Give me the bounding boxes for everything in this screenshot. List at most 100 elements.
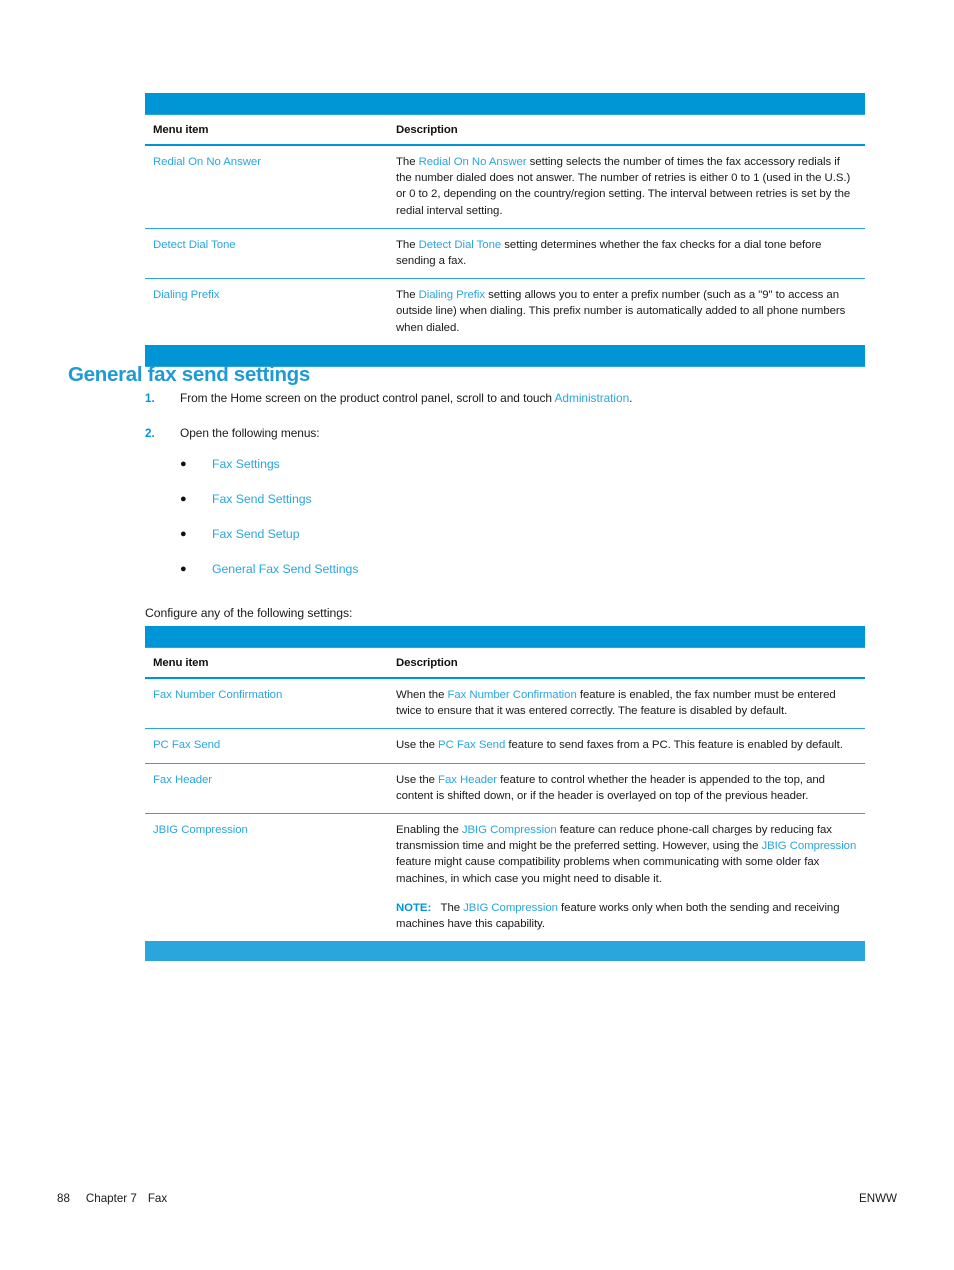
setting-link[interactable]: PC Fax Send	[438, 739, 505, 751]
table-cell-description: Enabling the JBIG Compression feature ca…	[388, 814, 865, 942]
document-page: Menu item Description Redial On No Answe…	[0, 0, 954, 1270]
table-cell-menu-item[interactable]: PC Fax Send	[145, 728, 388, 764]
table-row: JBIG Compression Enabling the JBIG Compre…	[145, 814, 865, 942]
table-one-header: Menu item Description	[145, 93, 865, 146]
body-text: From the Home screen on the product cont…	[180, 391, 555, 405]
body-text: The	[396, 238, 419, 251]
column-header-menu-item: Menu item	[145, 114, 388, 146]
step-text: From the Home screen on the product cont…	[180, 390, 632, 407]
setting-link[interactable]: Detect Dial Tone	[419, 239, 502, 251]
list-item: 1. From the Home screen on the product co…	[145, 390, 865, 407]
description-paragraph: Use the Fax Header feature to control wh…	[396, 772, 857, 804]
table-cell-menu-item[interactable]: Redial On No Answer	[145, 145, 388, 229]
bullet-icon: ●	[180, 493, 187, 505]
body-text: .	[629, 391, 633, 405]
step-number: 1.	[145, 392, 155, 405]
configure-instruction: Configure any of the following settings:	[145, 606, 353, 621]
body-text: feature to send faxes from a PC. This fe…	[505, 739, 843, 752]
body-text: The	[396, 289, 419, 302]
setting-link[interactable]: Fax Header	[438, 774, 497, 786]
setting-link[interactable]: Fax Number Confirmation	[447, 689, 576, 701]
setting-link[interactable]: Dialing Prefix	[419, 289, 485, 301]
step-text: Open the following menus:	[180, 425, 320, 442]
body-text: The	[440, 901, 464, 914]
body-text: Use the	[396, 739, 439, 752]
description-paragraph: The Redial On No Answer setting selects …	[396, 154, 857, 219]
page-title: General fax send settings	[68, 362, 311, 386]
step-number: 2.	[145, 427, 155, 440]
body-text: Open the following menus:	[180, 426, 320, 440]
list-item: ● Fax Settings	[180, 456, 780, 473]
table-cell-description: When the Fax Number Confirmation feature…	[388, 678, 865, 730]
description-paragraph: Enabling the JBIG Compression feature ca…	[396, 822, 857, 887]
bullet-icon: ●	[180, 528, 187, 540]
menu-path-item-3[interactable]: General Fax Send Settings	[212, 561, 358, 578]
table-cell-description: Use the Fax Header feature to control wh…	[388, 763, 865, 815]
footer-left-group: 88 Chapter 7 Fax	[57, 1192, 167, 1205]
description-paragraph: Use the PC Fax Send feature to send faxe…	[396, 737, 857, 753]
table-two-header: Menu item Description	[145, 626, 865, 679]
procedure-steps: 1. From the Home screen on the product co…	[145, 390, 865, 460]
list-item: ● Fax Send Setup	[180, 526, 780, 543]
footer-page-number: 88	[57, 1192, 70, 1205]
table-top-rule-row	[145, 93, 865, 115]
list-item: ● General Fax Send Settings	[180, 561, 780, 578]
footer-chapter-label: Chapter 7	[85, 1192, 137, 1205]
table-row: Dialing Prefix The Dialing Prefix setting…	[145, 279, 865, 345]
description-paragraph: The Detect Dial Tone setting determines …	[396, 237, 857, 269]
menu-path-item-1[interactable]: Fax Send Settings	[212, 491, 312, 508]
setting-link[interactable]: JBIG Compression	[761, 840, 856, 852]
menu-path-item-2[interactable]: Fax Send Setup	[212, 526, 300, 543]
table-cell-menu-item[interactable]: JBIG Compression	[145, 814, 388, 942]
table-row: PC Fax Send Use the PC Fax Send feature t…	[145, 728, 865, 764]
footer-locale: ENWW	[859, 1192, 897, 1205]
setting-link[interactable]: JBIG Compression	[463, 902, 558, 914]
menu-path-list: ● Fax Settings ● Fax Send Settings ● Fax Send…	[180, 456, 780, 596]
table-two-top-rule	[145, 626, 865, 648]
page-footer: 88 Chapter 7 Fax ENWW	[57, 1192, 897, 1205]
bullet-icon: ●	[180, 458, 187, 470]
description-paragraph: The Dialing Prefix setting allows you to…	[396, 287, 857, 336]
footer-chapter-title: Fax	[147, 1192, 168, 1205]
fax-dial-settings-table: Menu item Description Redial On No Answe…	[145, 93, 865, 367]
table-cell-menu-item[interactable]: Detect Dial Tone	[145, 228, 388, 280]
table-row: Fax Header Use the Fax Header feature to …	[145, 763, 865, 815]
table-cell-menu-item[interactable]: Dialing Prefix	[145, 279, 388, 345]
column-header-menu-item: Menu item	[145, 647, 388, 679]
table-top-rule-row	[145, 626, 865, 648]
table-two-bottom-rule	[145, 941, 865, 961]
table-one-header-row: Menu item Description	[145, 114, 865, 146]
note-label: NOTE:	[396, 901, 432, 914]
body-text: Enabling the	[396, 824, 462, 837]
table-row: Redial On No Answer The Redial On No Answ…	[145, 145, 865, 229]
note-block: NOTE: The JBIG Compression feature works…	[396, 900, 857, 932]
table-bottom-rule-row	[145, 941, 865, 961]
body-text: The	[396, 156, 419, 168]
table-row: Fax Number Confirmation When the Fax Numb…	[145, 678, 865, 730]
table-row: Detect Dial Tone The Detect Dial Tone set…	[145, 228, 865, 280]
table-two-footer	[145, 941, 865, 961]
setting-link[interactable]: Administration	[555, 391, 630, 405]
table-cell-menu-item[interactable]: Fax Number Confirmation	[145, 678, 388, 730]
table-cell-description: The Dialing Prefix setting allows you to…	[388, 279, 865, 345]
table-cell-description: Use the PC Fax Send feature to send faxe…	[388, 728, 865, 764]
table-cell-description: The Redial On No Answer setting selects …	[388, 145, 865, 229]
table-one-body: Redial On No Answer The Redial On No Answ…	[145, 145, 865, 345]
body-text: feature might cause compatibility proble…	[396, 856, 820, 885]
list-item: ● Fax Send Settings	[180, 491, 780, 508]
table-cell-menu-item[interactable]: Fax Header	[145, 763, 388, 815]
column-header-description: Description	[388, 114, 865, 146]
bullet-icon: ●	[180, 563, 187, 575]
body-text: When the	[396, 689, 448, 701]
body-text: Use the	[396, 773, 439, 786]
setting-link[interactable]: JBIG Compression	[462, 824, 557, 836]
table-cell-description: The Detect Dial Tone setting determines …	[388, 228, 865, 280]
description-paragraph: When the Fax Number Confirmation feature…	[396, 687, 857, 719]
table-two-header-row: Menu item Description	[145, 647, 865, 679]
column-header-description: Description	[388, 647, 865, 679]
setting-link[interactable]: Redial On No Answer	[419, 156, 527, 168]
list-item: 2. Open the following menus:	[145, 425, 865, 442]
menu-path-item-0[interactable]: Fax Settings	[212, 456, 280, 473]
note-spacer	[431, 902, 440, 914]
general-fax-send-settings-table: Menu item Description Fax Number Confirm…	[145, 626, 865, 961]
